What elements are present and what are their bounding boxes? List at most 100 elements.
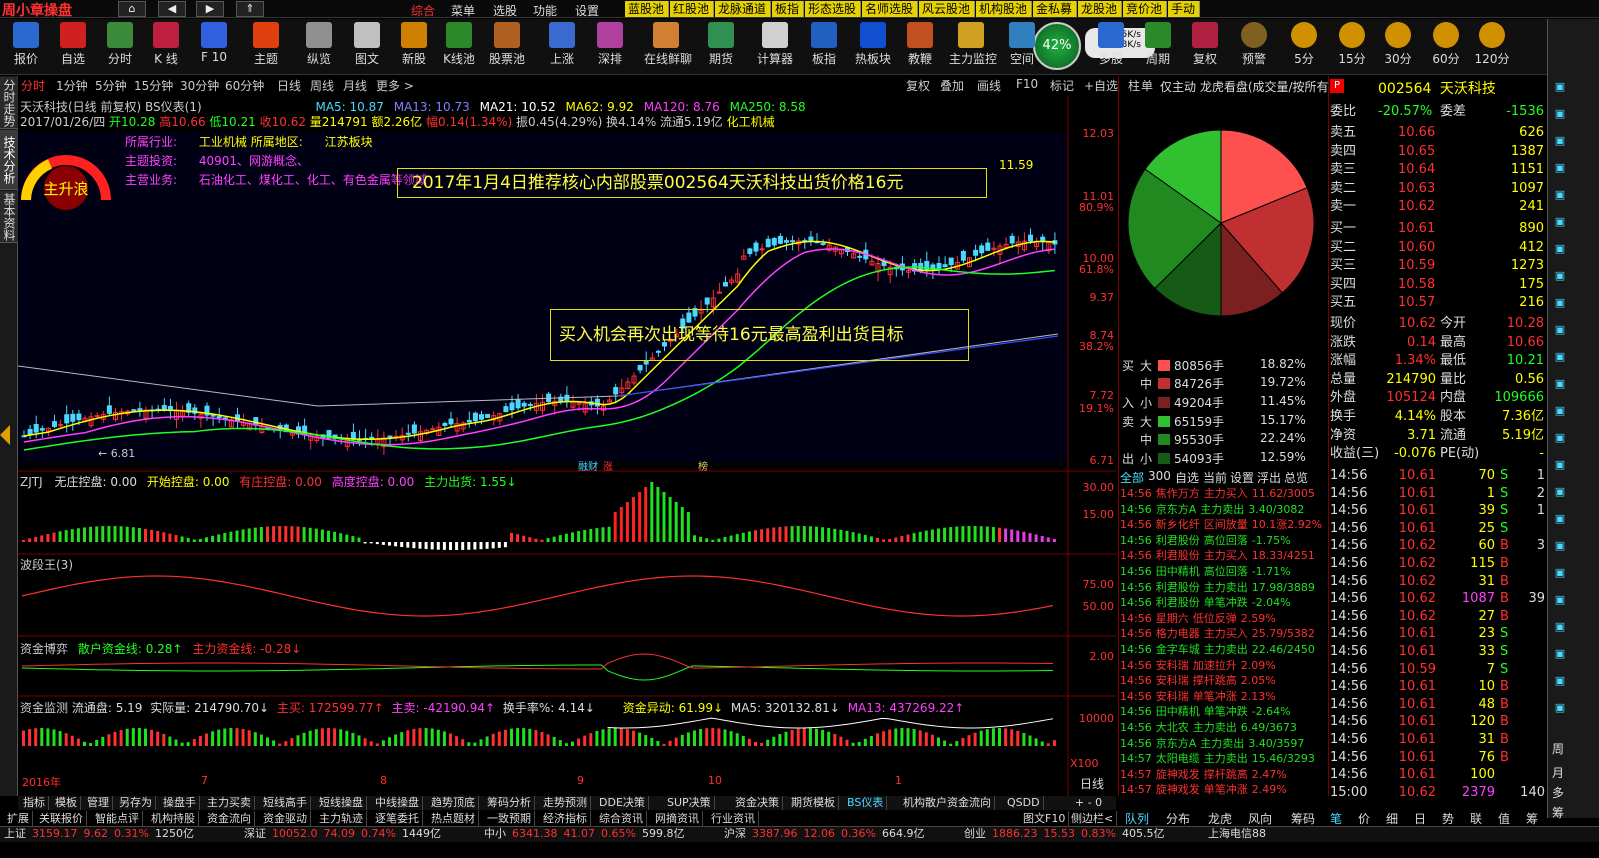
sidebar-tool-icon[interactable]: ▣ — [1552, 215, 1568, 231]
sidebar-tool-icon[interactable]: ▣ — [1552, 566, 1568, 582]
bottom-tab[interactable]: 短线操盘 — [316, 796, 367, 810]
quote-footer-tab[interactable]: 细 — [1386, 810, 1398, 827]
sidebar-label[interactable]: 月 — [1552, 764, 1564, 781]
zoom-controls[interactable]: + - 0 — [1075, 796, 1102, 809]
toolbar-item-14[interactable]: 期货 — [699, 20, 743, 74]
bottom-tab[interactable]: DDE决策 — [596, 796, 649, 810]
toolbar-item-17[interactable]: 热板块 — [851, 20, 895, 74]
toolbar-item-16[interactable]: 板指 — [802, 20, 846, 74]
bottom-tab[interactable]: 资金决策 — [732, 796, 783, 810]
period-button[interactable]: 60分 — [1424, 20, 1468, 74]
back-arrow-icon[interactable]: ◀ — [158, 1, 186, 17]
quote-footer-tab[interactable]: 日 — [1414, 810, 1426, 827]
forward-arrow-icon[interactable]: ▶ — [196, 1, 224, 17]
toolbar-item-6[interactable]: 纵览 — [297, 20, 341, 74]
period-tab[interactable]: 1分钟 — [56, 77, 88, 94]
toolbar-item-15[interactable]: 计算器 — [753, 20, 797, 74]
chart-tool[interactable]: 柱 — [1128, 77, 1140, 94]
news-footer-tab[interactable]: 筹码 — [1291, 810, 1315, 827]
sidebar-tool-icon[interactable]: ▣ — [1552, 593, 1568, 609]
bottom-tab-2[interactable]: 机构持股 — [148, 811, 199, 827]
sidebar-tool-icon[interactable]: ▣ — [1552, 134, 1568, 150]
toolbar-item-4[interactable]: F 10 — [192, 20, 236, 74]
period-tab[interactable]: 月线 — [343, 77, 367, 94]
news-row[interactable]: 14:56 京东方A 主力卖出 3.40/3082 — [1120, 502, 1308, 518]
news-row[interactable]: 14:56 利君股份 高位回落 -1.75% — [1120, 533, 1295, 549]
news-footer-tab[interactable]: 队列 — [1125, 810, 1149, 827]
sidebar-tool-icon[interactable]: ▣ — [1552, 296, 1568, 312]
bottom-tab-2[interactable]: 主力轨迹 — [316, 811, 367, 827]
news-row[interactable]: 14:56 田中精机 高位回落 -1.71% — [1120, 564, 1295, 580]
sidebar-tool-icon[interactable]: ▣ — [1552, 404, 1568, 420]
period-button[interactable]: 30分 — [1376, 20, 1420, 74]
home-icon[interactable]: ⌂ — [118, 1, 146, 17]
news-row[interactable]: 14:56 星期六 低位反弹 2.59% — [1120, 611, 1280, 627]
quote-footer-tab[interactable]: 势 — [1442, 810, 1454, 827]
bottom-tab-2[interactable]: 扩展 — [4, 811, 33, 827]
news-tab[interactable]: 300 — [1148, 469, 1171, 483]
news-row[interactable]: 14:56 京东方A 主力卖出 3.40/3597 — [1120, 736, 1308, 752]
toolbar-item-7[interactable]: 图文 — [345, 20, 389, 74]
bottom-tab[interactable]: 期货模板 — [788, 796, 839, 810]
quote-footer-tab[interactable]: 联 — [1470, 810, 1482, 827]
toolbar-item-12[interactable]: 深排 — [588, 20, 632, 74]
sidebar-label[interactable]: 筹 — [1552, 804, 1564, 821]
kline-chart[interactable] — [18, 96, 1116, 796]
bottom-tab[interactable]: 中线操盘 — [372, 796, 423, 810]
toolbar-extra[interactable]: 周期 — [1136, 20, 1180, 74]
toolbar-item-18[interactable]: 教鞭 — [898, 20, 942, 74]
menu-item[interactable]: 综合 — [411, 2, 435, 19]
pool-tab[interactable]: 形态选股 — [805, 1, 861, 17]
news-row[interactable]: 14:56 格力电器 主力买入 25.79/5382 — [1120, 626, 1319, 642]
news-row[interactable]: 14:56 安科瑞 加速拉升 2.09% — [1120, 658, 1280, 674]
toolbar-item-9[interactable]: K线池 — [437, 20, 481, 74]
quote-footer-tab[interactable]: 价 — [1358, 810, 1370, 827]
bottom-tab-2[interactable]: 逐笔委托 — [372, 811, 423, 827]
toolbar-item-13[interactable]: 在线鲜聊 — [644, 20, 692, 74]
pool-tab[interactable]: 机构股池 — [976, 1, 1032, 17]
pool-tab[interactable]: 板指 — [772, 1, 804, 17]
news-tab[interactable]: 自选 — [1175, 469, 1199, 486]
toolbar-item-19[interactable]: 主力监控 — [949, 20, 997, 74]
toolbar-extra[interactable]: 复权 — [1183, 20, 1227, 74]
bottom-tab-2[interactable]: 经济指标 — [540, 811, 591, 827]
chart-tool[interactable]: F10 — [1016, 77, 1038, 91]
sidebar-tool-icon[interactable]: ▣ — [1552, 80, 1568, 96]
toolbar-item-11[interactable]: 上涨 — [540, 20, 584, 74]
sidebar-tool-icon[interactable]: ▣ — [1552, 701, 1568, 717]
pool-tab[interactable]: 龙脉通道 — [715, 1, 771, 17]
news-row[interactable]: 14:57 旋神戏发 单笔冲涨 2.49% — [1120, 782, 1291, 798]
tab-tech-analysis[interactable]: 技术分析 — [0, 130, 18, 190]
bottom-tab[interactable]: 短线高手 — [260, 796, 311, 810]
toolbar-extra[interactable]: 多股 — [1089, 20, 1133, 74]
news-footer-tab[interactable]: 风向 — [1248, 810, 1272, 827]
bottom-tab-2[interactable]: 关联报价 — [36, 811, 87, 827]
news-tab[interactable]: 当前 — [1203, 469, 1227, 486]
bottom-tab[interactable]: 另存为 — [116, 796, 156, 810]
menu-item[interactable]: 菜单 — [451, 2, 475, 19]
bottom-tab[interactable]: BS仪表 — [844, 796, 888, 810]
news-row[interactable]: 14:56 利君股份 单笔冲跌 -2.04% — [1120, 595, 1295, 611]
period-button[interactable]: 预警 — [1232, 20, 1276, 74]
toolbar-item-5[interactable]: 主题 — [244, 20, 288, 74]
tab-basic-info[interactable]: 基本资料 — [0, 191, 18, 243]
bottom-tab[interactable]: SUP决策 — [664, 796, 715, 810]
period-tab[interactable]: 周线 — [310, 77, 334, 94]
chart-tool[interactable]: 复权 — [906, 77, 930, 94]
bottom-right-tab[interactable]: 图文F10 — [1020, 811, 1070, 827]
pool-tab[interactable]: 金私募 — [1033, 1, 1077, 17]
news-footer-tab[interactable]: 龙虎 — [1208, 810, 1232, 827]
bottom-tab-2[interactable]: 智能点评 — [92, 811, 143, 827]
quote-footer-tab[interactable]: 笔 — [1330, 810, 1342, 827]
sidebar-label[interactable]: 多 — [1552, 784, 1564, 801]
sidebar-tool-icon[interactable]: ▣ — [1552, 674, 1568, 690]
quote-footer-tab[interactable]: 值 — [1498, 810, 1510, 827]
chart-tool[interactable]: 标记 — [1050, 77, 1074, 94]
toolbar-item-0[interactable]: 报价 — [4, 20, 48, 74]
period-tab[interactable]: 15分钟 — [134, 77, 173, 94]
period-button[interactable]: 5分 — [1282, 20, 1326, 74]
sidebar-tool-icon[interactable]: ▣ — [1552, 485, 1568, 501]
bottom-tab[interactable]: 趋势顶底 — [428, 796, 479, 810]
bottom-tab-2[interactable]: 热点题材 — [428, 811, 479, 827]
news-row[interactable]: 14:56 安科瑞 撑杆跳高 2.05% — [1120, 673, 1280, 689]
